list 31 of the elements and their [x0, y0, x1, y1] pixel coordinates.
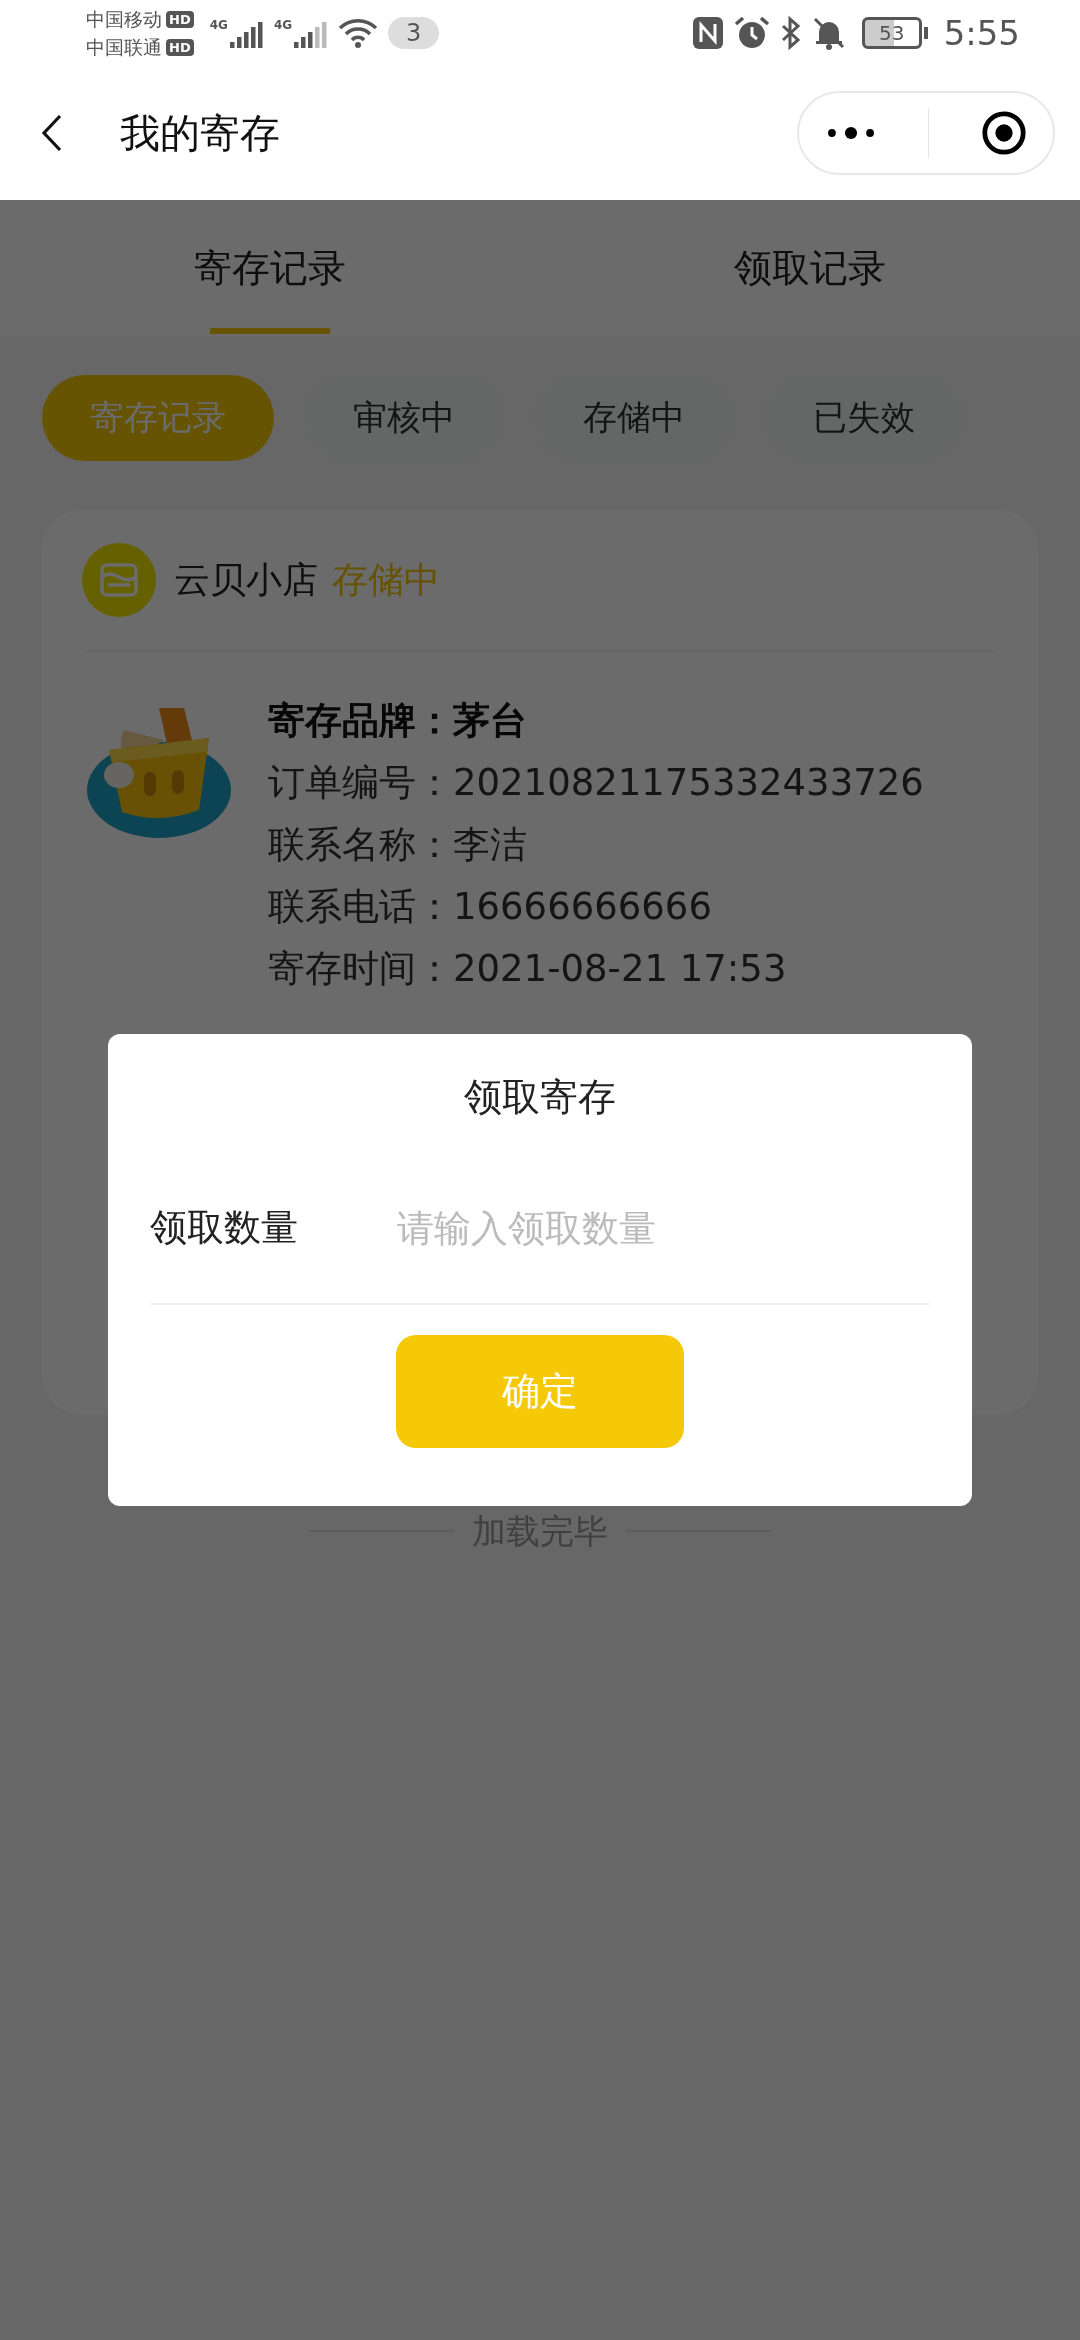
info-line: 订单编号：20210821175332433726 — [268, 760, 924, 806]
quantity-input[interactable]: 请输入领取数量 — [395, 1205, 930, 1251]
status-label: 存储中 — [332, 557, 440, 602]
confirm-button[interactable]: 确定 — [396, 1335, 684, 1448]
info-line: 寄存品牌：茅台 — [268, 698, 528, 744]
back-icon[interactable] — [40, 112, 64, 154]
page-title: 我的寄存 — [120, 108, 281, 158]
battery-level: 53 — [878, 21, 905, 45]
shop-name: 云贝小店 — [174, 557, 318, 602]
tab[interactable]: 寄存记录 — [0, 200, 540, 336]
dialog-title: 领取寄存 — [464, 1074, 616, 1121]
network-label: 4G — [273, 18, 293, 32]
wifi-icon — [338, 18, 379, 48]
info-line: 联系名称：李洁 — [268, 822, 528, 868]
alarm-icon — [733, 16, 770, 50]
bluetooth-icon — [779, 16, 802, 50]
info-line: 联系电话：16666666666 — [268, 884, 713, 930]
field-label: 领取数量 — [150, 1205, 299, 1251]
carrier-name: 中国移动 — [86, 7, 162, 31]
clock: 5:55 — [943, 13, 1020, 53]
hd-badge: HD — [166, 10, 194, 28]
shop-icon — [82, 543, 156, 617]
hd-badge: HD — [166, 38, 194, 56]
tab[interactable]: 领取记录 — [540, 200, 1080, 336]
network-label: 4G — [209, 18, 228, 32]
close-icon[interactable] — [979, 109, 1028, 157]
carrier-name: 中国联通 — [86, 35, 162, 59]
muted-bell-icon — [811, 16, 846, 50]
nfc-icon — [691, 16, 724, 50]
notification-count: 3 — [388, 17, 440, 49]
info-line: 寄存时间：2021-08-21 17:53 — [268, 946, 788, 992]
